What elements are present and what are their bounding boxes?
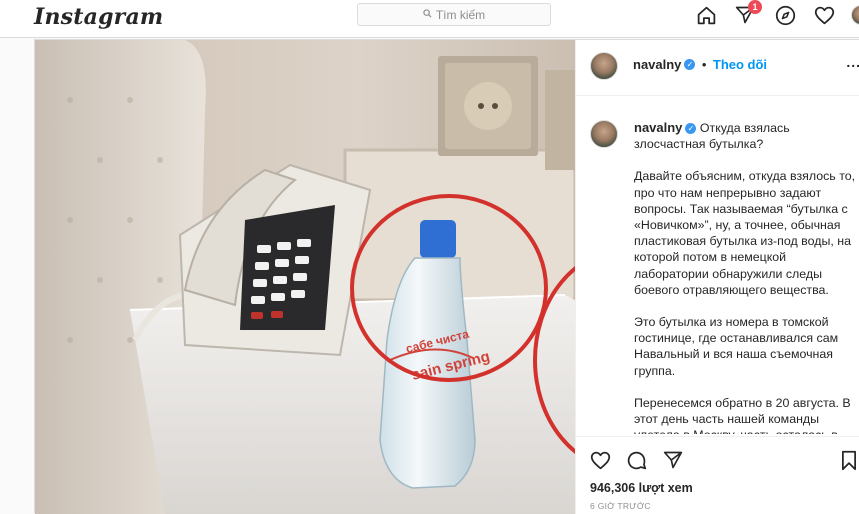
explore-icon[interactable] [774, 4, 796, 26]
verified-icon: ✓ [684, 59, 696, 71]
save-icon[interactable] [838, 449, 859, 471]
caption-paragraph: Перенесемся обратно в 20 августа. В этот… [634, 395, 851, 434]
view-count[interactable]: 946,306 lượt xem [590, 481, 693, 495]
comment-icon[interactable] [625, 449, 647, 471]
like-icon[interactable] [589, 449, 611, 471]
post-timestamp[interactable]: 6 giờ trước [590, 501, 651, 511]
caption-verified-icon: ✓ [685, 123, 697, 135]
instagram-logo[interactable]: Instagram [34, 4, 163, 30]
caption-text: navalny ✓ Откуда взялась злосчастная буты… [634, 120, 859, 434]
search-input[interactable]: Tìm kiếm [357, 3, 551, 26]
profile-icon[interactable] [850, 4, 859, 26]
author-avatar[interactable] [590, 52, 618, 80]
caption-area[interactable]: navalny ✓ Откуда взялась злосчастная буты… [576, 96, 859, 434]
caption-paragraph: Давайте объясним, откуда взялось то, про… [634, 169, 856, 297]
post-video[interactable]: сабе чиста sain spring [35, 40, 575, 514]
more-options-icon[interactable]: ... [846, 54, 859, 70]
caption-avatar[interactable] [590, 120, 618, 148]
author-username[interactable]: navalny [633, 57, 681, 72]
home-icon[interactable] [695, 4, 717, 26]
search-icon [423, 8, 432, 21]
search-placeholder: Tìm kiếm [435, 7, 486, 22]
post-card: сабе чиста sain spring navalny ✓ • Theo d… [34, 39, 859, 514]
post-actions: 946,306 lượt xem 6 giờ trước [576, 436, 859, 514]
post-header: navalny✓ • Theo dõi ... [576, 40, 859, 96]
caption-username[interactable]: navalny [634, 120, 682, 135]
notification-badge: 1 [748, 0, 762, 14]
follow-button[interactable]: Theo dõi [713, 57, 767, 72]
activity-icon[interactable] [813, 4, 835, 26]
share-icon[interactable] [662, 449, 684, 471]
caption-paragraph: Это бутылка из номера в томской гостиниц… [634, 315, 839, 378]
video-frame-illustration: сабе чиста sain spring [35, 40, 575, 514]
separator-dot: • [701, 57, 707, 72]
post-author: navalny ✓ • Theo dõi [633, 56, 767, 74]
top-navigation-bar: Instagram Tìm kiếm 1 [0, 0, 859, 38]
post-sidebar: navalny✓ • Theo dõi ... navalny✓ Откуда … [575, 40, 859, 514]
